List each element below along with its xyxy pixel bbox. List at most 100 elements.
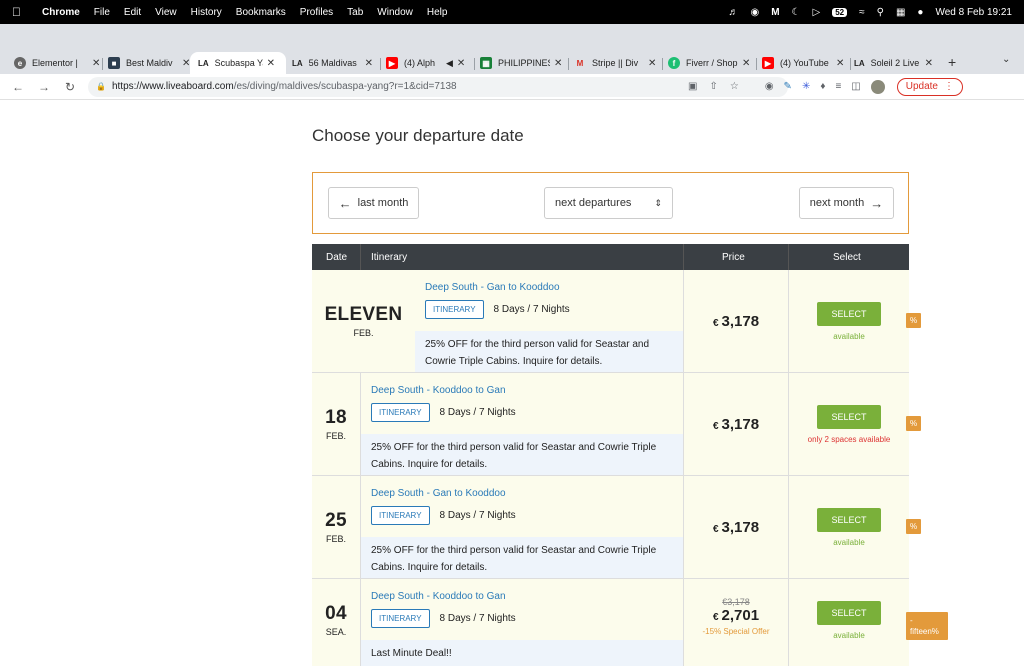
side-panel-icon[interactable]: ◫ — [851, 81, 860, 92]
departure-day: 25 — [325, 510, 347, 531]
menu-view[interactable]: View — [155, 7, 177, 18]
menu-profiles[interactable]: Profiles — [300, 7, 333, 18]
menu-file[interactable]: File — [94, 7, 110, 18]
updown-chevron-icon: ⇕ — [654, 197, 662, 208]
next-departures-label: next departures — [555, 197, 632, 209]
lock-icon[interactable]: 🔒 — [96, 82, 106, 91]
close-icon[interactable]: ✕ — [267, 58, 275, 69]
address-bar[interactable]: 🔒 https://www.liveaboard.com/es/diving/m… — [88, 76, 788, 97]
route-link[interactable]: Deep South - Gan to Kooddoo — [371, 488, 506, 499]
close-icon[interactable]: ✕ — [925, 58, 933, 69]
back-arrow-icon[interactable]: ← — [10, 80, 26, 94]
battery-icon[interactable]: 52 — [832, 7, 848, 17]
discount-badge[interactable]: - fifteen% — [906, 612, 948, 640]
close-icon[interactable]: ✕ — [365, 58, 373, 69]
menu-window[interactable]: Window — [377, 7, 413, 18]
route-link[interactable]: Deep South - Kooddoo to Gan — [371, 591, 506, 602]
next-month-button[interactable]: next month → — [799, 187, 894, 219]
price-amount: €2,701 — [713, 607, 759, 624]
itinerary-info: ITINERARY 8 Days / 7 Nights — [371, 609, 516, 628]
browser-toolbar: ← → ↻ 🔒 https://www.liveaboard.com/es/di… — [0, 74, 1024, 100]
tab-youtube-alpha[interactable]: ▶ (4) Alph ◀ ✕ — [386, 52, 472, 74]
close-icon[interactable]: ✕ — [92, 58, 100, 69]
menu-tab[interactable]: Tab — [347, 7, 363, 18]
extension-gear-icon[interactable]: ✳ — [802, 81, 810, 92]
tab-best-maldives[interactable]: ■ Best Maldiv ✕ — [108, 52, 192, 74]
tab-soleil[interactable]: LA Soleil 2 Live ✕ — [854, 52, 940, 74]
duration: 8 Days / 7 Nights — [439, 613, 516, 624]
avatar[interactable] — [870, 79, 885, 94]
discount-badge[interactable]: % — [906, 416, 922, 431]
tab-search-icon[interactable]: ⌄ — [1002, 54, 1010, 65]
select-button[interactable]: SELECT — [817, 601, 881, 625]
share-icon[interactable]: ⇧ — [709, 81, 717, 92]
itinerary-tag-button[interactable]: ITINERARY — [371, 403, 430, 422]
puzzle-icon[interactable]: ♦ — [820, 81, 825, 92]
spotlight-search-icon[interactable]: ⚲ — [877, 7, 884, 18]
clock[interactable]: Wed 8 Feb 19:21 — [935, 7, 1012, 18]
tab-56-maldivas[interactable]: LA 56 Maldivas ✕ — [292, 52, 378, 74]
play-icon[interactable]: ▷ — [813, 7, 821, 18]
control-center-icon[interactable]: ▦ — [896, 7, 905, 18]
apple-icon[interactable]:  — [12, 5, 26, 19]
price-value: 2,701 — [721, 607, 760, 624]
tab-youtube[interactable]: ▶ (4) YouTube ✕ — [762, 52, 848, 74]
discount-badge[interactable]: % — [906, 519, 922, 534]
header-date: Date — [326, 251, 348, 263]
malwarebytes-icon[interactable]: M — [771, 7, 779, 18]
siri-icon[interactable]: ● — [917, 7, 923, 18]
liveaboard-icon: LA — [292, 58, 303, 68]
next-departures-select[interactable]: next departures ⇕ — [544, 187, 673, 219]
forward-arrow-icon[interactable]: → — [36, 80, 52, 94]
close-icon[interactable]: ✕ — [742, 58, 750, 69]
itinerary-tag-button[interactable]: ITINERARY — [371, 506, 430, 525]
speaker-icon[interactable]: ◀ — [446, 58, 453, 69]
close-icon[interactable]: ✕ — [836, 58, 844, 69]
select-button[interactable]: SELECT — [817, 404, 881, 429]
translate-icon[interactable]: ▣ — [688, 81, 697, 92]
close-icon[interactable]: ✕ — [457, 58, 465, 69]
shield-icon: ■ — [108, 57, 120, 69]
price-cell: €3,178 — [683, 373, 788, 475]
price-cell: €3,178 — [683, 270, 788, 372]
menu-help[interactable]: Help — [427, 7, 448, 18]
menu-edit[interactable]: Edit — [124, 7, 141, 18]
new-tab-button[interactable]: + — [948, 54, 956, 70]
itinerary-tag-button[interactable]: ITINERARY — [425, 300, 484, 319]
close-icon[interactable]: ✕ — [554, 58, 562, 69]
reading-list-icon[interactable]: ≡ — [835, 81, 841, 92]
wifi-icon[interactable]: ≈ — [859, 7, 865, 18]
itinerary-tag-button[interactable]: ITINERARY — [371, 609, 430, 628]
discount-badge[interactable]: % — [906, 313, 922, 328]
status-icons: ♬ ◉ M ☾ ▷ 52 ≈ ⚲ ▦ ● Wed 8 Feb 19:21 — [728, 7, 1024, 18]
tab-separator — [568, 58, 569, 70]
update-button[interactable]: Update ⋮ — [896, 77, 963, 96]
headphones-icon[interactable]: ♬ — [728, 7, 738, 18]
bookmark-star-icon[interactable]: ☆ — [730, 81, 739, 92]
close-icon[interactable]: ✕ — [648, 58, 656, 69]
itinerary-info: ITINERARY 8 Days / 7 Nights — [425, 300, 570, 319]
departure-month: FEB. — [325, 431, 346, 441]
tab-separator — [850, 58, 851, 70]
select-button[interactable]: SELECT — [817, 507, 881, 532]
reload-icon[interactable]: ↻ — [62, 80, 78, 94]
extension-dark-icon[interactable]: ◉ — [765, 81, 774, 92]
menu-bookmarks[interactable]: Bookmarks — [236, 7, 286, 18]
tab-philippines[interactable]: ▦ PHILIPPINES ✕ — [480, 52, 566, 74]
tab-fiverr[interactable]: f Fiverr / Shop ✕ — [668, 52, 754, 74]
table-header: Date Itinerary Price Select — [312, 244, 909, 270]
last-month-button[interactable]: ← last month — [328, 187, 419, 219]
creative-cloud-icon[interactable]: ◉ — [750, 7, 759, 18]
select-button[interactable]: SELECT — [817, 301, 881, 326]
menu-history[interactable]: History — [191, 7, 222, 18]
last-month-label: last month — [357, 197, 409, 209]
tab-stripe[interactable]: M Stripe || Div ✕ — [574, 52, 660, 74]
tab-scubaspa-active[interactable]: LA Scubaspa Ya ✕ — [190, 52, 286, 74]
tab-elementor[interactable]: e Elementor | ✕ — [14, 52, 102, 74]
route-link[interactable]: Deep South - Gan to Kooddoo — [425, 282, 560, 293]
menu-app-name[interactable]: Chrome — [42, 7, 80, 18]
extension-pen-icon[interactable]: ✎ — [784, 81, 792, 92]
tab-strip: e Elementor | ✕ ■ Best Maldiv ✕ LA Scuba… — [0, 24, 1024, 74]
route-link[interactable]: Deep South - Kooddoo to Gan — [371, 385, 506, 396]
moon-icon[interactable]: ☾ — [792, 7, 801, 18]
